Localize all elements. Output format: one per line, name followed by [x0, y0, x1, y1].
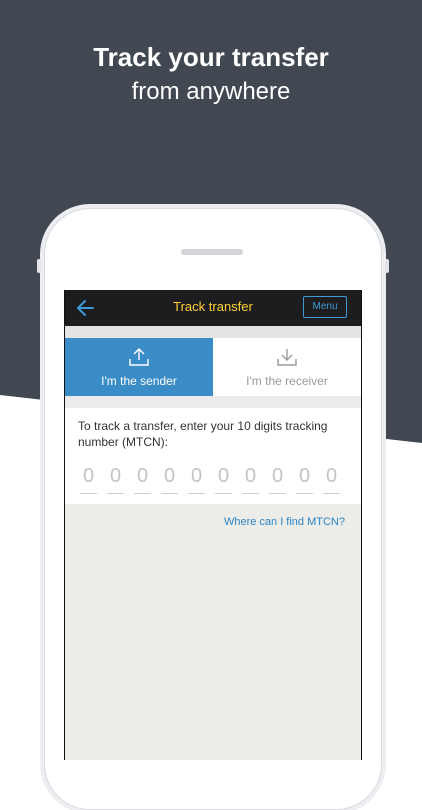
tab-receiver-label: I'm the receiver [246, 374, 328, 388]
download-icon [276, 347, 298, 367]
app-header: Track transfer Menu [65, 290, 361, 326]
promo-title: Track your transfer [93, 42, 329, 72]
mtcn-form: To track a transfer, enter your 10 digit… [65, 408, 361, 504]
mtcn-instruction: To track a transfer, enter your 10 digit… [78, 419, 328, 449]
back-arrow-icon[interactable] [75, 297, 97, 319]
header-divider [65, 326, 361, 338]
promo-headline: Track your transfer from anywhere [0, 40, 422, 110]
mtcn-digit-inputs: 0 0 0 0 0 0 0 0 0 0 [80, 463, 348, 495]
tab-receiver[interactable]: I'm the receiver [213, 338, 361, 396]
mtcn-digit-4[interactable]: 0 [161, 463, 178, 494]
page-title: Track transfer [173, 299, 253, 314]
section-divider [65, 396, 361, 408]
upload-icon [128, 347, 150, 367]
mtcn-digit-1[interactable]: 0 [80, 463, 97, 494]
mtcn-digit-9[interactable]: 0 [296, 463, 313, 494]
phone-speaker [181, 249, 243, 255]
mtcn-digit-6[interactable]: 0 [215, 463, 232, 494]
promo-subtitle: from anywhere [131, 78, 291, 105]
mtcn-digit-3[interactable]: 0 [134, 463, 151, 494]
role-tabs: I'm the sender I'm the receiver [65, 338, 361, 396]
menu-button[interactable]: Menu [303, 296, 347, 318]
mtcn-digit-8[interactable]: 0 [269, 463, 286, 494]
phone-side-button-left [37, 259, 41, 273]
tab-sender-label: I'm the sender [101, 374, 177, 388]
where-find-mtcn-link[interactable]: Where can I find MTCN? [224, 516, 345, 528]
mtcn-digit-2[interactable]: 0 [107, 463, 124, 494]
phone-side-button-right [385, 259, 389, 273]
tab-sender[interactable]: I'm the sender [65, 338, 213, 396]
mtcn-digit-7[interactable]: 0 [242, 463, 259, 494]
app-screen: Track transfer Menu I'm the sender I'm t… [64, 290, 362, 760]
mtcn-digit-10[interactable]: 0 [323, 463, 340, 494]
mtcn-digit-5[interactable]: 0 [188, 463, 205, 494]
